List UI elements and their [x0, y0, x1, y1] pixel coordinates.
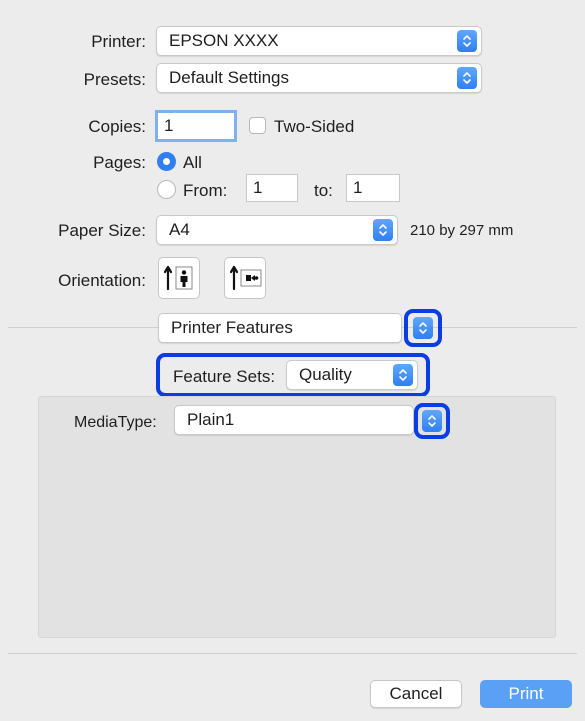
paper-size-popup[interactable]: A4 [156, 215, 398, 245]
section-value: Printer Features [171, 318, 293, 337]
feature-sets-value: Quality [299, 365, 352, 384]
copies-value: 1 [164, 116, 174, 135]
footer-divider [8, 653, 577, 654]
copies-label: Copies: [88, 117, 146, 136]
landscape-icon [229, 265, 262, 291]
feature-sets-label: Feature Sets: [173, 367, 276, 386]
printer-label: Printer: [91, 32, 146, 51]
media-type-label: MediaType: [74, 414, 157, 431]
print-button[interactable]: Print [480, 680, 572, 708]
paper-size-dimensions: 210 by 297 mm [410, 222, 514, 239]
pages-all-radio[interactable] [157, 152, 176, 171]
media-type-chevron-icon[interactable] [422, 410, 442, 432]
feature-sets-popup[interactable]: Quality [286, 360, 418, 390]
copies-field[interactable]: 1 [155, 110, 237, 142]
two-sided-checkbox[interactable] [249, 117, 266, 134]
media-type-popup[interactable]: Plain1 [174, 405, 414, 435]
pages-from-label: From: [183, 181, 228, 200]
paper-size-value: A4 [169, 220, 190, 239]
portrait-icon [163, 265, 193, 291]
section-popup[interactable]: Printer Features [158, 313, 402, 343]
pages-from-radio[interactable] [157, 180, 176, 199]
printer-value: EPSON XXXX [169, 31, 279, 50]
pages-all-label: All [183, 153, 202, 172]
paper-size-label: Paper Size: [58, 221, 146, 240]
paper-size-chevron-icon [373, 219, 393, 241]
feature-sets-chevron-icon [393, 364, 413, 386]
orientation-portrait-button[interactable] [158, 257, 200, 299]
pages-to-value: 1 [353, 178, 363, 197]
media-type-value: Plain1 [187, 410, 235, 429]
pages-label: Pages: [93, 153, 146, 172]
two-sided-label: Two-Sided [274, 117, 355, 136]
orientation-landscape-button[interactable] [224, 257, 266, 299]
printer-popup[interactable]: EPSON XXXX [156, 26, 482, 56]
orientation-label: Orientation: [58, 271, 146, 290]
pages-to-label: to: [314, 181, 333, 200]
cancel-button[interactable]: Cancel [370, 680, 462, 708]
printer-chevron-icon [457, 30, 477, 52]
pages-from-field[interactable]: 1 [246, 174, 298, 202]
pages-from-value: 1 [253, 178, 263, 197]
presets-value: Default Settings [169, 68, 290, 87]
presets-popup[interactable]: Default Settings [156, 63, 482, 93]
presets-chevron-icon [457, 67, 477, 89]
pages-to-field[interactable]: 1 [346, 174, 400, 202]
section-chevron-icon[interactable] [413, 317, 433, 339]
presets-label: Presets: [83, 70, 146, 89]
